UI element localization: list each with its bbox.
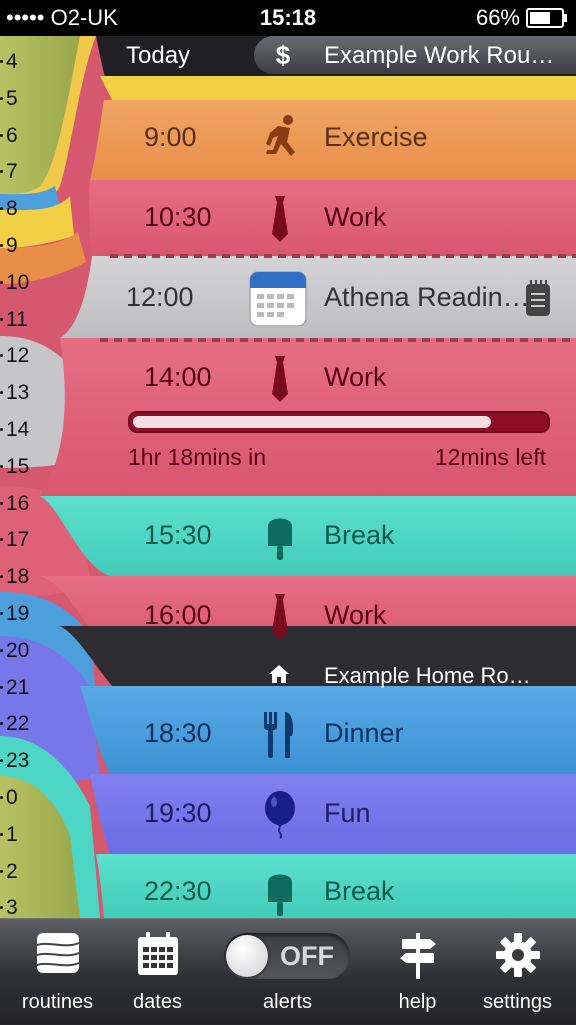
- timeline[interactable]: 4 5 6 7 8 9 10 11 12 13 14 15 16 17 18 19 20 21 22 23 0 1 2 3 T…: [0, 36, 576, 918]
- toggle-state: OFF: [280, 941, 334, 971]
- ice-lolly-icon: [260, 512, 300, 562]
- event-time: 22:30: [144, 876, 212, 906]
- hour-label: 5: [0, 86, 18, 110]
- tab-label: settings: [483, 991, 552, 1013]
- routines-icon: [35, 931, 81, 980]
- event-name: Work: [324, 202, 387, 232]
- hour-label: 19: [0, 602, 30, 625]
- event-time: 16:00: [144, 600, 212, 630]
- home-routine-title: Example Home Ro…: [324, 663, 531, 688]
- gear-icon: [494, 931, 542, 984]
- tie-icon: [260, 592, 300, 642]
- event-name: Athena Readin…: [324, 282, 530, 312]
- event-time: 19:30: [144, 798, 212, 828]
- routine-title: Example Work Rou…: [324, 42, 555, 69]
- event-progress-fill: [133, 416, 491, 428]
- tab-routines[interactable]: routines: [0, 919, 115, 1025]
- hour-axis: 4 5 6 7 8 9 10 11 12 13 14 15 16 17 18 19 20 21 22 23 0 1 2 3: [0, 36, 40, 918]
- hour-label: 3: [0, 896, 18, 918]
- dollar-icon: $: [275, 40, 291, 70]
- event-row[interactable]: 12:00 Athena Readin…: [100, 260, 576, 339]
- hour-label: 11: [0, 307, 28, 331]
- hour-label: 2: [0, 859, 18, 883]
- event-time: 10:30: [144, 202, 212, 232]
- calendar-icon: [136, 931, 180, 982]
- event-name: Dinner: [324, 718, 404, 748]
- hour-label: 4: [0, 50, 18, 73]
- running-person-icon: [260, 114, 300, 164]
- hour-label: 14: [0, 418, 30, 441]
- ice-lolly-icon: [260, 868, 300, 918]
- hour-label: 7: [0, 160, 18, 184]
- hour-label: 15: [0, 454, 30, 478]
- hour-label: 21: [0, 675, 30, 699]
- tab-label: help: [398, 991, 437, 1013]
- event-time: 14:00: [144, 362, 212, 392]
- event-time: 9:00: [144, 122, 197, 152]
- tab-label: alerts: [263, 991, 312, 1013]
- cutlery-icon: [260, 710, 300, 760]
- toggle-knob: [226, 935, 268, 977]
- remaining-label: 12mins left: [434, 444, 546, 470]
- event-name: Fun: [324, 798, 371, 828]
- hour-label: 1: [0, 822, 18, 846]
- event-row[interactable]: 16:00 Work: [100, 578, 576, 657]
- hour-label: 17: [0, 528, 30, 552]
- status-bar: ••••• O2-UK 15:18 66%: [0, 0, 576, 36]
- signpost-icon: [398, 931, 438, 986]
- tab-label: dates: [133, 991, 182, 1013]
- event-row[interactable]: 19:30 Fun: [100, 776, 576, 855]
- event-row-current[interactable]: 14:00 Work: [100, 340, 576, 419]
- hour-label: 9: [0, 234, 18, 257]
- home-icon: [268, 664, 290, 689]
- event-time: 15:30: [144, 520, 212, 550]
- event-row[interactable]: 18:30 Dinner: [100, 696, 576, 775]
- tab-label: routines: [21, 991, 94, 1013]
- tab-dates[interactable]: dates: [100, 919, 215, 1025]
- event-time: 12:00: [126, 282, 194, 312]
- event-row[interactable]: 10:30 Work: [100, 180, 576, 259]
- battery-percent: 66%: [475, 5, 520, 30]
- home-routine-header[interactable]: Example Home Ro…: [100, 660, 576, 692]
- notepad-icon: [524, 278, 552, 318]
- balloon-icon: [260, 790, 300, 840]
- hour-label: 16: [0, 491, 30, 515]
- event-row[interactable]: 22:30 Break: [100, 854, 576, 918]
- tab-settings[interactable]: settings: [460, 919, 575, 1025]
- hour-label: 18: [0, 565, 30, 589]
- event-name: Work: [324, 600, 387, 630]
- tab-help[interactable]: help: [360, 919, 475, 1025]
- event-name: Break: [324, 520, 395, 550]
- event-progress-bar: [128, 411, 550, 433]
- event-row[interactable]: 15:30 Break: [100, 498, 576, 577]
- battery-indicator: 66%: [475, 5, 567, 31]
- hour-label: 23: [0, 749, 30, 773]
- hour-label: 12: [0, 344, 30, 368]
- event-name: Work: [324, 362, 387, 392]
- event-name: Break: [324, 876, 395, 906]
- elapsed-label: 1hr 18mins in: [128, 444, 267, 470]
- hour-label: 6: [0, 123, 18, 147]
- hour-label: 20: [0, 638, 30, 662]
- alerts-toggle[interactable]: OFF: [224, 933, 350, 979]
- hour-label: 22: [0, 712, 30, 736]
- event-row[interactable]: 9:00 Exercise: [100, 100, 576, 179]
- tie-icon: [260, 354, 300, 404]
- tie-icon: [260, 194, 300, 244]
- calendar-icon: [248, 270, 308, 328]
- event-time: 18:30: [144, 718, 212, 748]
- battery-icon: [526, 8, 567, 28]
- routine-title-pill[interactable]: $ Example Work Rou…: [254, 36, 576, 74]
- event-name: Exercise: [324, 122, 428, 152]
- hour-label: 8: [0, 197, 18, 221]
- hour-label: 13: [0, 381, 30, 405]
- tab-bar: routines dates alerts OFF help settings: [0, 918, 576, 1025]
- hour-label: 0: [0, 786, 18, 809]
- routine-header[interactable]: Today $ Example Work Rou…: [98, 36, 576, 74]
- hour-label: 10: [0, 270, 30, 294]
- today-label: Today: [126, 42, 191, 69]
